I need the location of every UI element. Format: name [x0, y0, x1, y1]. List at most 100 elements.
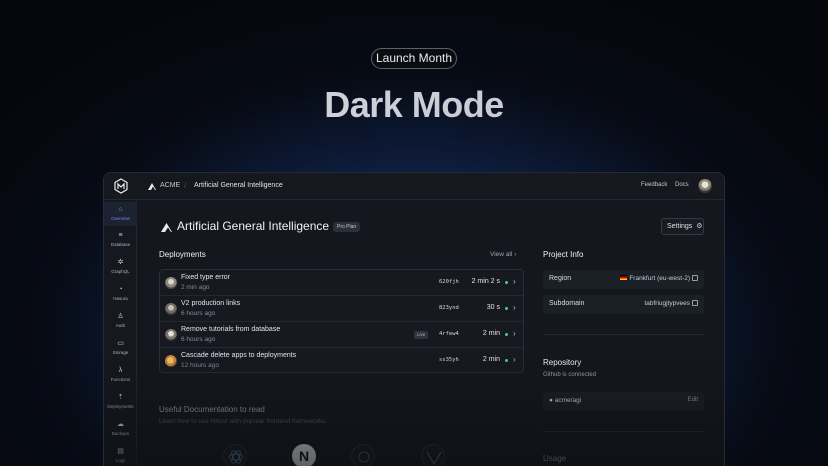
sidebar-item-backups[interactable]: ☁ Backups — [104, 417, 137, 441]
gear-icon: ⚙ — [696, 223, 703, 230]
home-icon: ⌂ — [118, 206, 123, 213]
status-dot-icon — [505, 307, 508, 310]
project-info-title: Project Info — [543, 250, 584, 259]
github-icon: ● — [549, 397, 553, 404]
author-avatar — [165, 303, 177, 315]
sidebar-item-logs[interactable]: ▤ Logs — [104, 444, 137, 466]
section-divider — [543, 431, 704, 432]
subdomain-value-wrap: tabfriugjtypvees — [644, 300, 698, 307]
deployment-duration: 30 s — [486, 304, 500, 311]
sidebar-item-deployments[interactable]: ⇡ Deployments — [104, 390, 137, 414]
deployment-time: 6 hours ago — [181, 310, 216, 317]
deployment-time: 12 hours ago — [181, 362, 219, 369]
main-content: Artificial General Intelligence Pro Plan… — [137, 200, 724, 466]
rocket-icon: ⇡ — [117, 394, 124, 401]
breadcrumb-org[interactable]: ACME — [160, 182, 180, 189]
sidebar-item-label: Auth — [115, 323, 126, 328]
sidebar-item-storage[interactable]: ▭ Storage — [104, 336, 137, 360]
repo-name-wrap: ● acme/agi — [549, 397, 581, 404]
settings-label: Settings — [667, 223, 693, 230]
sidebar-item-overview[interactable]: ⌂ Overview — [104, 202, 137, 226]
deployment-title: Remove tutorials from database — [181, 326, 281, 333]
commit-hash: 620fjh — [439, 279, 459, 285]
cloud-icon: ☁ — [117, 421, 124, 428]
deployment-title: Cascade delete apps to deployments — [181, 352, 297, 359]
top-bar: ACME / Artificial General Intelligence F… — [104, 173, 724, 200]
chevron-right-icon: › — [513, 303, 516, 312]
chevron-right-icon: › — [513, 277, 516, 286]
commit-hash: 4rfew4 — [439, 331, 459, 337]
sidebar-item-label: Deployments — [107, 404, 134, 409]
copy-icon[interactable] — [692, 300, 698, 306]
hasura-icon: ◔ — [118, 286, 123, 293]
deployment-title: V2 production links — [181, 300, 241, 307]
repo-name: acme/agi — [554, 397, 582, 404]
repository-subtitle: Github is connected — [543, 372, 597, 378]
deployment-row[interactable]: V2 production links 6 hours ago 823ynd 3… — [160, 296, 523, 322]
deployment-duration: 2 min — [482, 356, 500, 363]
sidebar-item-label: Logs — [115, 458, 126, 463]
deployment-duration: 2 min 2 s — [471, 278, 500, 285]
graphql-logo-icon[interactable] — [351, 444, 375, 466]
germany-flag-icon — [620, 275, 628, 280]
view-all-link[interactable]: View all › — [490, 251, 516, 258]
sidebar-item-label: Database — [110, 242, 131, 247]
page-title: Artificial General Intelligence — [177, 219, 330, 233]
svg-text:N: N — [299, 448, 309, 464]
commit-hash: ss35yh — [439, 357, 459, 363]
launch-month-pill: Launch Month — [371, 48, 457, 69]
edit-repo-link[interactable]: Edit — [688, 397, 698, 403]
app-window: ACME / Artificial General Intelligence F… — [103, 172, 725, 466]
sidebar-item-graphql[interactable]: ✲ GraphQL — [104, 255, 137, 279]
storage-icon: ▭ — [117, 340, 124, 347]
sidebar-item-label: Backups — [111, 431, 130, 436]
commit-hash: 823ynd — [439, 305, 459, 311]
deployment-row[interactable]: Fixed type error 2 min ago 620fjh 2 min … — [160, 270, 523, 296]
hero-title: Dark Mode — [0, 84, 828, 126]
subdomain-value: tabfriugjtypvees — [644, 300, 690, 307]
section-divider — [543, 334, 704, 335]
docs-link[interactable]: Docs — [675, 182, 689, 188]
sidebar-item-functions[interactable]: λ Functions — [104, 363, 137, 387]
database-icon: ≡ — [118, 232, 123, 239]
user-avatar[interactable] — [698, 179, 712, 193]
region-row: Region Frankfurt (eu-west-2) — [543, 270, 704, 289]
feedback-link[interactable]: Feedback — [641, 182, 667, 188]
user-icon: ♙ — [117, 313, 124, 320]
deployment-row[interactable]: Remove tutorials from database 6 hours a… — [160, 322, 523, 348]
status-dot-icon — [505, 281, 508, 284]
sidebar-item-auth[interactable]: ♙ Auth — [104, 309, 137, 333]
status-dot-icon — [505, 333, 508, 336]
chevron-right-icon: › — [513, 329, 516, 338]
sidebar-item-label: GraphQL — [111, 269, 130, 274]
deployment-time: 6 hours ago — [181, 336, 216, 343]
docs-section-title: Useful Documentation to read — [159, 405, 265, 414]
region-label: Region — [549, 275, 572, 282]
docs-section-subtitle: Learn how to use Nhost with popular fron… — [159, 418, 328, 425]
view-all-label: View all — [490, 251, 513, 258]
react-icon[interactable] — [223, 444, 247, 466]
nextjs-icon[interactable]: N — [292, 444, 316, 466]
region-value: Frankfurt (eu-west-2) — [629, 275, 690, 282]
breadcrumb-project[interactable]: Artificial General Intelligence — [194, 182, 283, 189]
sidebar-item-label: Hasura — [113, 296, 128, 301]
author-avatar — [165, 355, 177, 367]
deployment-title: Fixed type error — [181, 274, 231, 281]
sidebar-item-hasura[interactable]: ◔ Hasura — [104, 282, 137, 306]
nhost-logo-icon[interactable] — [113, 178, 129, 194]
status-dot-icon — [505, 359, 508, 362]
sidebar: ⌂ Overview ≡ Database ✲ GraphQL ◔ Hasura… — [104, 200, 137, 466]
live-badge: Live — [414, 331, 429, 339]
vue-icon[interactable] — [421, 444, 445, 466]
deployment-row[interactable]: Cascade delete apps to deployments 12 ho… — [160, 348, 523, 374]
deployments-list: Fixed type error 2 min ago 620fjh 2 min … — [159, 269, 524, 373]
chevron-right-icon: › — [513, 355, 516, 364]
sidebar-item-label: Storage — [112, 350, 129, 355]
plan-badge: Pro Plan — [333, 222, 361, 232]
subdomain-row: Subdomain tabfriugjtypvees — [543, 295, 704, 314]
sidebar-item-label: Functions — [110, 377, 131, 382]
settings-button[interactable]: Settings ⚙ — [661, 218, 704, 235]
deployment-time: 2 min ago — [181, 284, 210, 291]
copy-icon[interactable] — [692, 275, 698, 281]
sidebar-item-database[interactable]: ≡ Database — [104, 228, 137, 252]
